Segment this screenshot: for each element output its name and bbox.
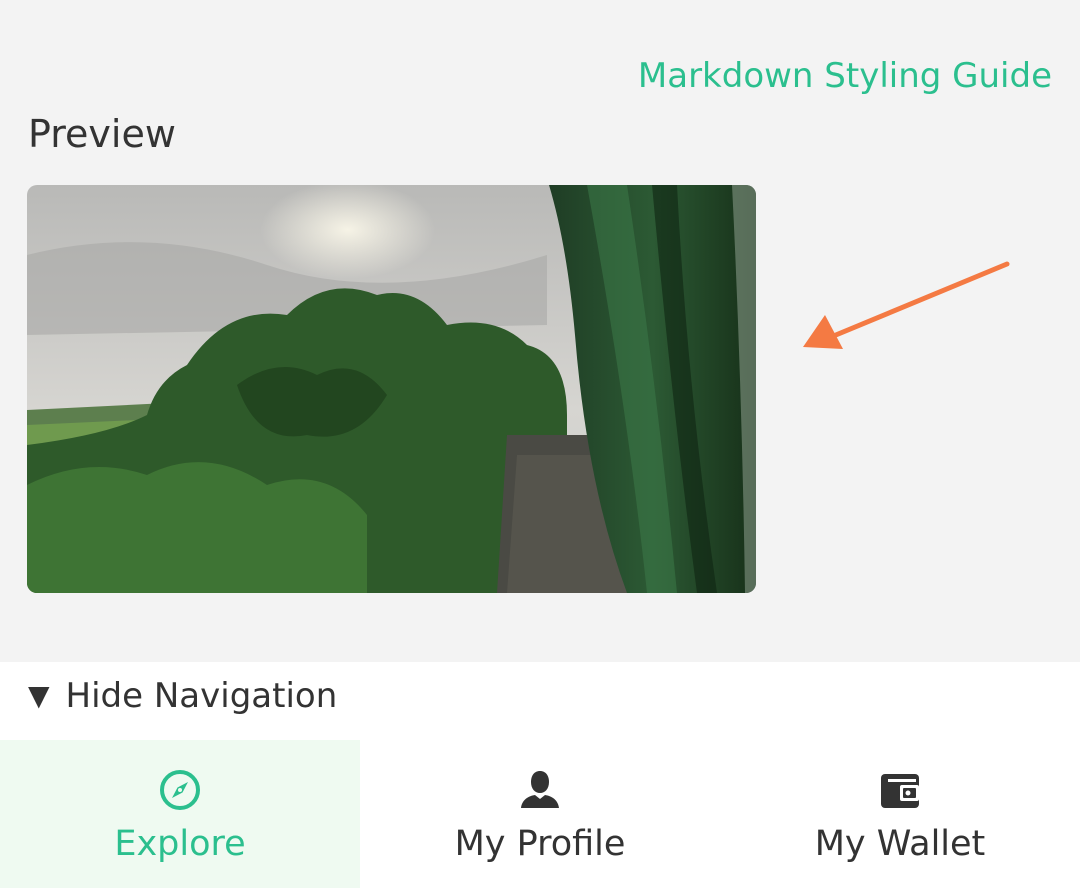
tab-explore-label: Explore bbox=[114, 824, 246, 864]
preview-title: Preview bbox=[28, 112, 176, 156]
markdown-styling-guide-link[interactable]: Markdown Styling Guide bbox=[638, 56, 1052, 96]
bottom-tab-bar: Explore My Profile My Wallet bbox=[0, 740, 1080, 888]
tab-my-wallet-label: My Wallet bbox=[814, 824, 986, 864]
triangle-down-icon: ▼ bbox=[28, 679, 50, 712]
tab-my-profile-label: My Profile bbox=[454, 824, 626, 864]
wallet-icon bbox=[881, 774, 919, 808]
tab-my-profile[interactable]: My Profile bbox=[360, 740, 720, 888]
hide-navigation-label: Hide Navigation bbox=[65, 676, 338, 716]
hide-navigation-toggle[interactable]: ▼ Hide Navigation bbox=[28, 676, 337, 716]
preview-image bbox=[27, 185, 756, 593]
annotation-arrow-icon bbox=[803, 261, 1010, 349]
navigation-panel: ▼ Hide Navigation Explore My Profile My … bbox=[0, 662, 1080, 888]
user-icon bbox=[521, 771, 559, 808]
tab-explore[interactable]: Explore bbox=[0, 740, 360, 888]
compass-icon bbox=[160, 770, 200, 810]
tab-my-wallet[interactable]: My Wallet bbox=[720, 740, 1080, 888]
